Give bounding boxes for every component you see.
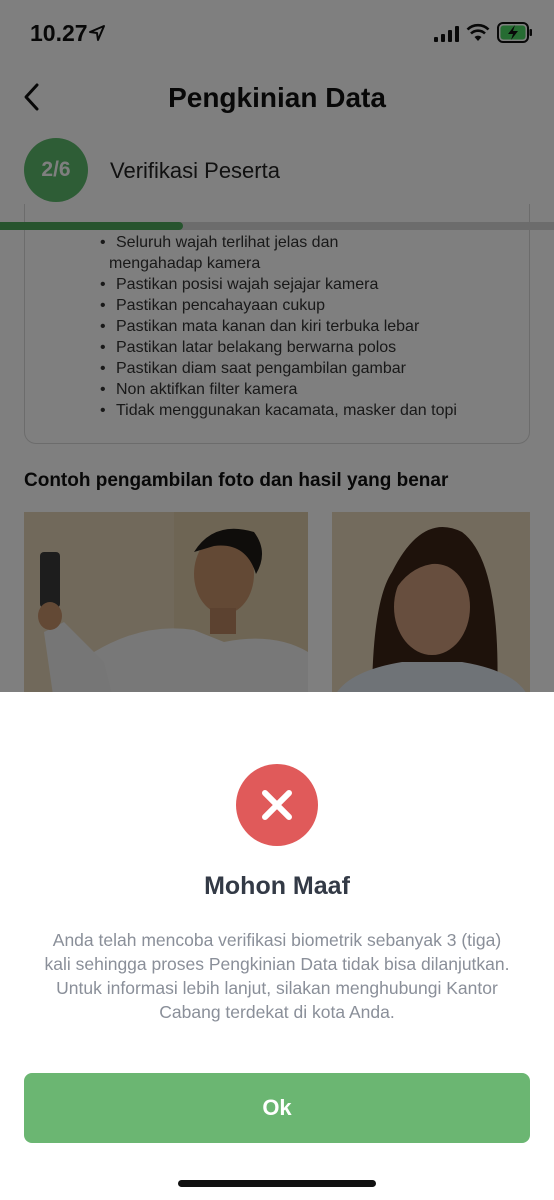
error-dialog: Mohon Maaf Anda telah mencoba verifikasi… (0, 692, 554, 1200)
modal-backdrop[interactable] (0, 0, 554, 694)
error-badge (236, 764, 318, 846)
app-page: 10.27 Pengkinian Data (0, 0, 554, 1200)
home-indicator[interactable] (178, 1180, 376, 1187)
ok-button[interactable]: Ok (24, 1073, 530, 1143)
dialog-title: Mohon Maaf (204, 872, 350, 900)
dialog-message: Anda telah mencoba verifikasi biometrik … (44, 930, 510, 1022)
close-x-icon (262, 790, 292, 820)
